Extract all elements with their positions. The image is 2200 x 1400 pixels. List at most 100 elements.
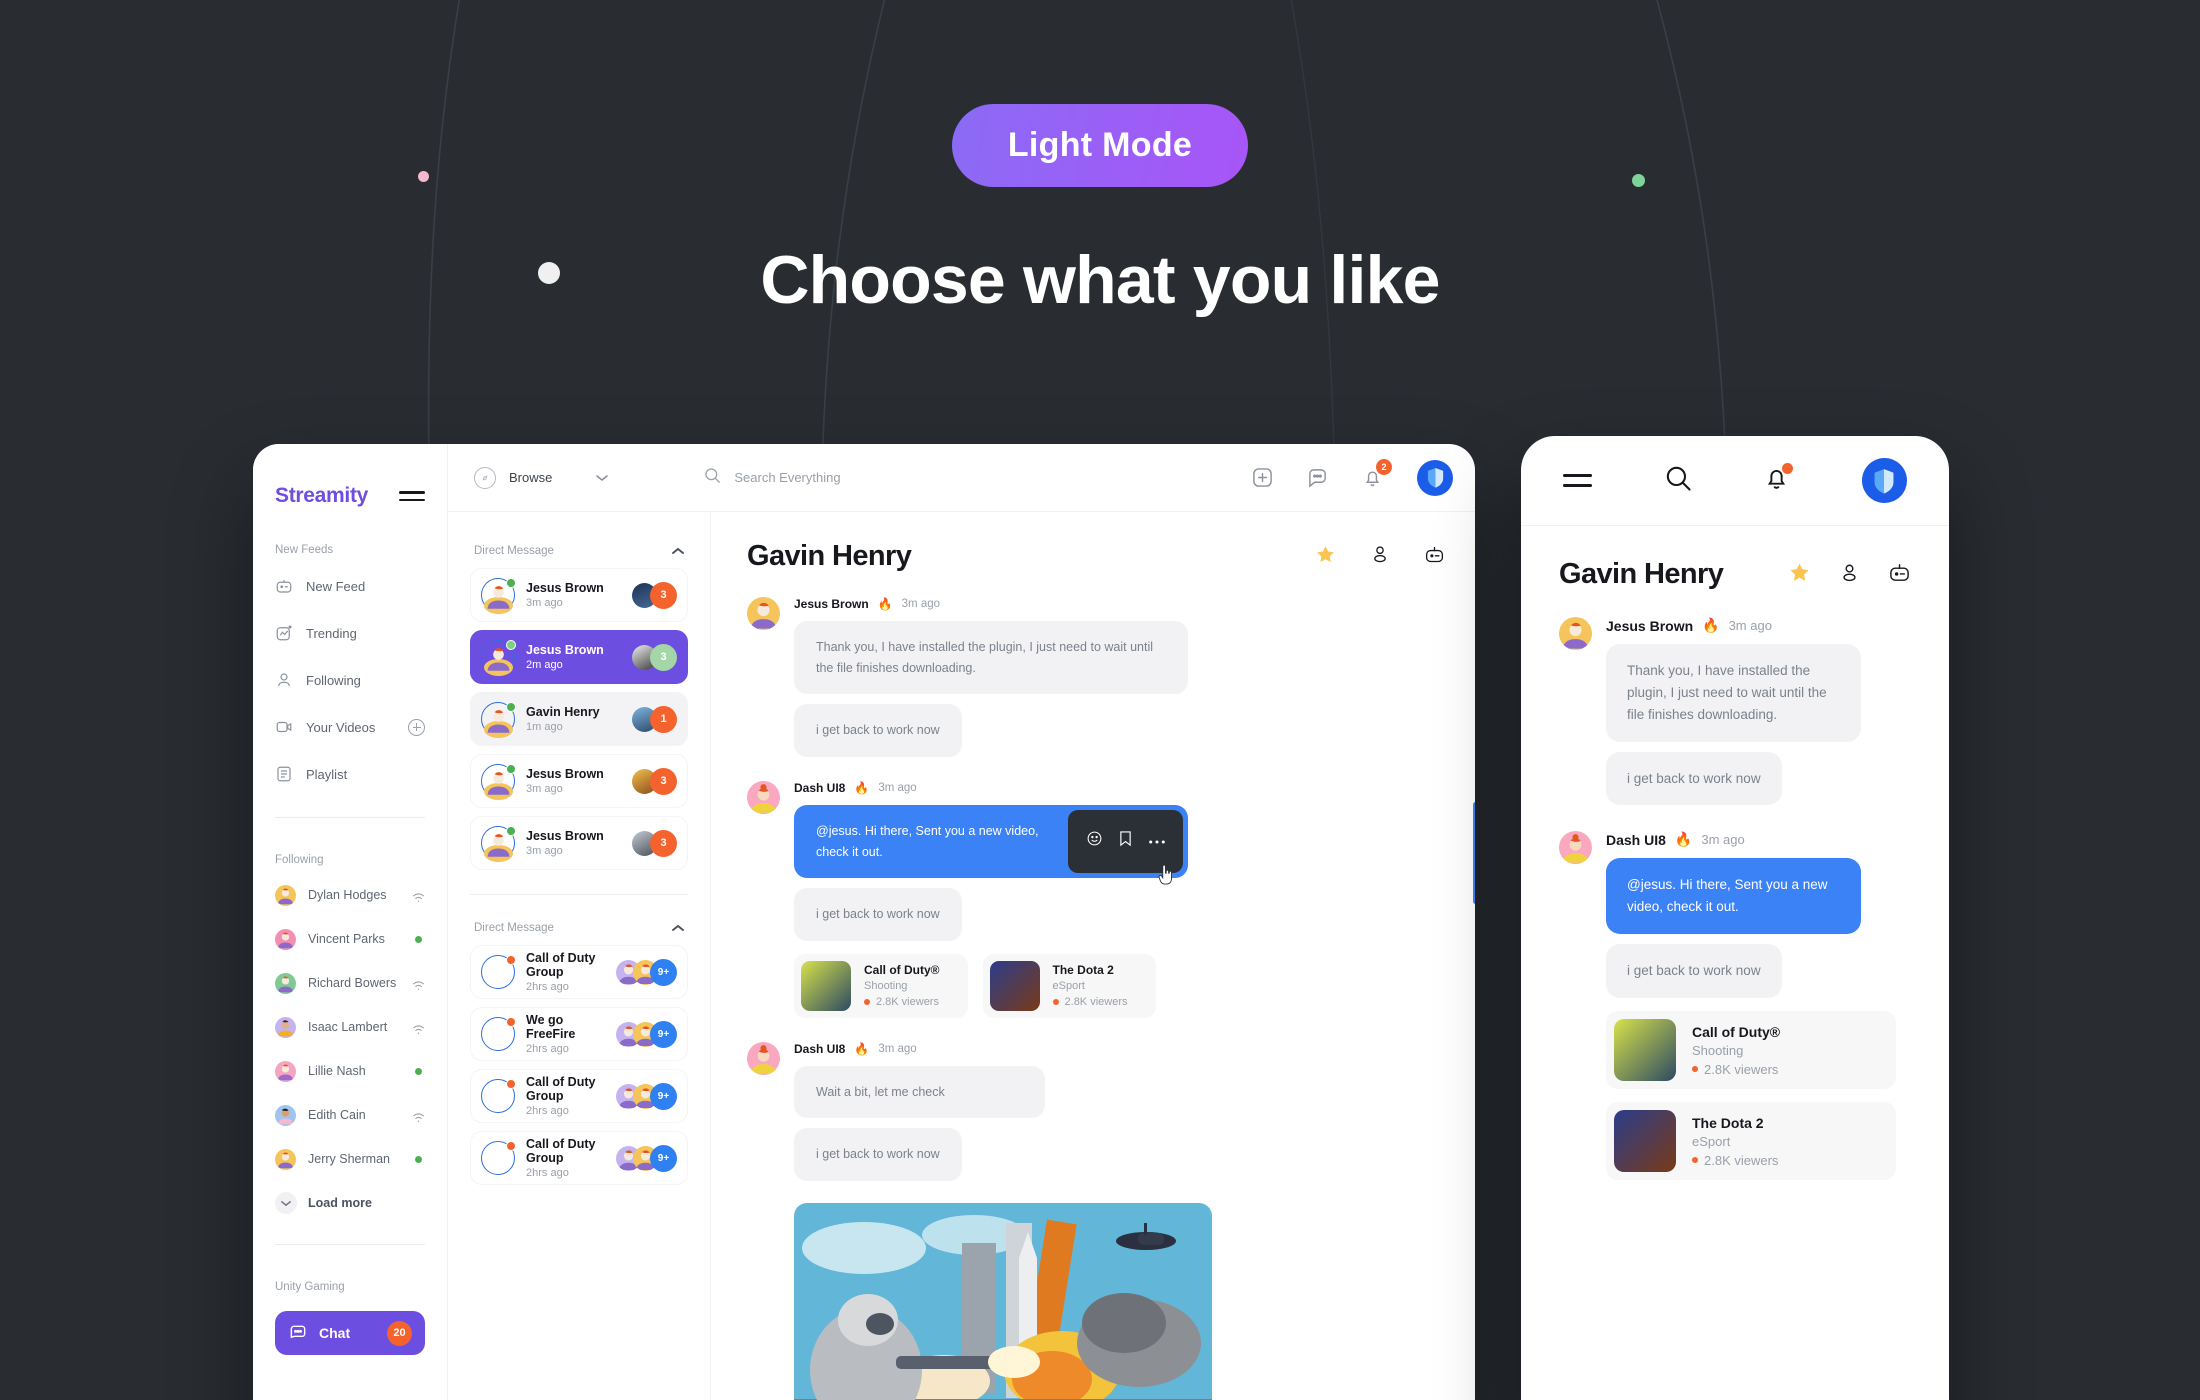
chat-button[interactable]: Chat 20 <box>275 1311 425 1355</box>
sidebar-item-new-feed[interactable]: New Feed <box>253 569 447 603</box>
star-icon[interactable] <box>1315 544 1336 570</box>
avatar <box>747 1041 780 1075</box>
group-avatar <box>481 1141 516 1175</box>
message-dots-icon[interactable] <box>1307 467 1328 488</box>
chat-title: Gavin Henry <box>747 540 912 572</box>
message-bubble[interactable]: Wait a bit, let me check <box>794 1065 1045 1119</box>
message-bubble[interactable]: i get back to work now <box>1606 751 1782 806</box>
following-item[interactable]: Isaac Lambert <box>253 1012 447 1042</box>
chevron-up-icon[interactable] <box>672 919 684 937</box>
following-item[interactable]: Lillie Nash <box>253 1056 447 1086</box>
sidebar-item-playlist[interactable]: Playlist <box>253 757 447 791</box>
light-mode-button[interactable]: Light Mode <box>951 104 1249 187</box>
message-time: 3m ago <box>878 1042 917 1055</box>
bell-badge: 2 <box>1376 459 1392 475</box>
dm-name: Jesus Brown <box>526 643 604 657</box>
browse-menu[interactable]: Browse <box>474 466 609 489</box>
chevron-down-icon[interactable] <box>596 469 609 487</box>
search-input[interactable]: Search Everything <box>734 470 840 485</box>
shield-avatar-icon[interactable] <box>1417 459 1453 496</box>
avatar <box>481 702 516 738</box>
dm-group-row[interactable]: We go FreeFire 2hrs ago 9+ <box>470 1007 688 1061</box>
dm-conversation-row[interactable]: Jesus Brown 2m ago 3 <box>470 630 688 684</box>
person-icon[interactable] <box>1839 562 1860 588</box>
avatar <box>275 1016 296 1038</box>
following-item[interactable]: Vincent Parks <box>253 924 447 954</box>
sidebar-item-following[interactable]: Following <box>253 663 447 697</box>
search-icon[interactable] <box>1665 465 1692 497</box>
trending-icon <box>275 624 293 642</box>
sidebar-divider-2 <box>275 1244 425 1245</box>
dm-group-row[interactable]: Call of Duty Group 2hrs ago 9+ <box>470 945 688 999</box>
bell-icon[interactable] <box>1764 463 1794 496</box>
chat-bubble-icon <box>288 1323 308 1343</box>
brand-logo[interactable]: Streamity <box>275 484 368 508</box>
sidebar-item-your-videos[interactable]: Your Videos <box>253 710 447 744</box>
message-bubble[interactable]: i get back to work now <box>794 1128 962 1181</box>
message-bubble-highlighted[interactable]: @jesus. Hi there, Sent you a new video, … <box>794 804 1188 879</box>
person-icon[interactable] <box>1370 544 1390 569</box>
game-title: The Dota 2 <box>1692 1114 1764 1131</box>
message-author: Dash UI8 <box>794 1041 846 1056</box>
message-bubble[interactable]: i get back to work now <box>794 704 962 757</box>
shield-avatar-icon[interactable] <box>1861 458 1907 503</box>
bell-icon[interactable]: 2 <box>1362 459 1392 488</box>
video-attachment[interactable] <box>794 1203 1212 1400</box>
avatar <box>275 928 296 950</box>
message-time: 3m ago <box>1701 832 1745 848</box>
game-viewers: 2.8K viewers <box>864 996 940 1008</box>
message-bubble[interactable]: i get back to work now <box>1606 944 1782 999</box>
dm-conversation-row[interactable]: Jesus Brown 3m ago 3 <box>470 754 688 808</box>
hamburger-icon[interactable] <box>1563 474 1592 487</box>
status-dot <box>506 578 516 588</box>
game-card[interactable]: Call of Duty® Shooting 2.8K viewers <box>794 953 968 1018</box>
game-card[interactable]: The Dota 2 eSport 2.8K viewers <box>1606 1102 1896 1181</box>
message-time: 3m ago <box>1728 618 1772 633</box>
following-item[interactable]: Dylan Hodges <box>253 880 447 910</box>
dm-section-header-1[interactable]: Direct Message <box>470 512 688 560</box>
group-avatar <box>481 1079 516 1113</box>
dm-conversation-row[interactable]: Gavin Henry 1m ago 1 <box>470 692 688 746</box>
game-genre: eSport <box>1052 980 1085 993</box>
dm-group-row[interactable]: Call of Duty Group 2hrs ago 9+ <box>470 1069 688 1123</box>
dm-conversation-row[interactable]: Jesus Brown 3m ago 3 <box>470 816 688 870</box>
direct-message-panel: Direct Message Jesus Brown 3m ago 3 Jesu… <box>448 512 711 1400</box>
status-dot <box>506 702 516 712</box>
load-more-button[interactable]: Load more <box>253 1188 447 1218</box>
plus-square-icon[interactable] <box>1252 467 1273 488</box>
dm-section-header-2[interactable]: Direct Message <box>470 895 688 937</box>
plus-circle-icon[interactable] <box>408 718 425 736</box>
message-bubble-highlighted[interactable]: @jesus. Hi there, Sent you a new video, … <box>1606 858 1861 935</box>
message-hover-toolbar[interactable] <box>1068 809 1183 874</box>
emoji-icon[interactable] <box>1086 830 1103 854</box>
following-name: Lillie Nash <box>308 1064 366 1078</box>
following-item[interactable]: Edith Cain <box>253 1100 447 1130</box>
game-controller-icon[interactable] <box>1888 561 1911 589</box>
game-controller-icon[interactable] <box>1424 544 1445 570</box>
dm-group-row[interactable]: Call of Duty Group 2hrs ago 9+ <box>470 1131 688 1185</box>
avatar <box>1559 831 1592 865</box>
more-dots-icon[interactable] <box>1148 831 1166 852</box>
chevron-up-icon[interactable] <box>672 542 684 560</box>
bookmark-icon[interactable] <box>1118 830 1133 854</box>
group-member-count: 9+ <box>650 1144 677 1172</box>
star-icon[interactable] <box>1788 561 1811 589</box>
message-bubble[interactable]: Thank you, I have installed the plugin, … <box>1606 644 1861 742</box>
chat-scrollbar[interactable] <box>1473 802 1475 904</box>
fire-icon: 🔥 <box>1702 617 1720 633</box>
message-author: Dash UI8 <box>1606 831 1666 848</box>
dm-unread-badge: 3 <box>650 767 677 795</box>
search-bar[interactable]: Search Everything <box>704 467 841 489</box>
dm-name: Jesus Brown <box>526 767 604 781</box>
message-bubble[interactable]: Thank you, I have installed the plugin, … <box>794 621 1188 695</box>
sidebar-item-trending[interactable]: Trending <box>253 616 447 650</box>
hamburger-icon[interactable] <box>399 491 425 501</box>
dm-conversation-row[interactable]: Jesus Brown 3m ago 3 <box>470 568 688 622</box>
game-card[interactable]: Call of Duty® Shooting 2.8K viewers <box>1606 1011 1896 1090</box>
page-title: Choose what you like <box>760 242 1440 318</box>
following-item[interactable]: Jerry Sherman <box>253 1144 447 1174</box>
message-bubble[interactable]: i get back to work now <box>794 888 962 941</box>
fire-icon: 🔥 <box>854 780 870 795</box>
following-item[interactable]: Richard Bowers <box>253 968 447 998</box>
game-card[interactable]: The Dota 2 eSport 2.8K viewers <box>982 953 1156 1018</box>
